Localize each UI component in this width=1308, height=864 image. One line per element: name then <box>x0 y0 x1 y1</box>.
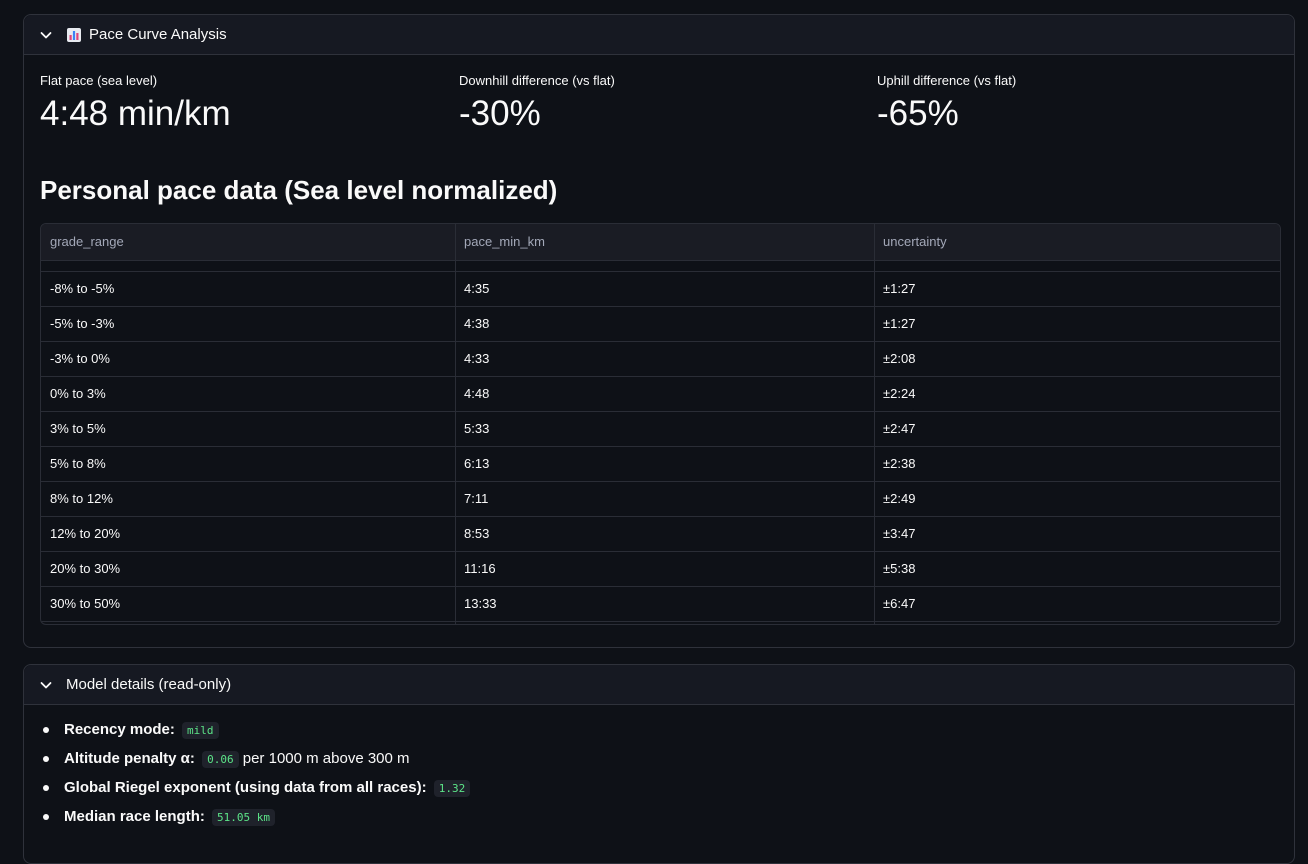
cell-uncertainty[interactable]: ±2:24 <box>874 377 1280 411</box>
cell-pace[interactable]: 13:33 <box>455 587 874 621</box>
detail-value: 1.32 <box>433 780 471 797</box>
cell-uncertainty[interactable]: ±1:27 <box>874 307 1280 341</box>
expander-title: Pace Curve Analysis <box>89 26 227 43</box>
cell-grade-range[interactable]: 12% to 20% <box>41 517 455 551</box>
metric-label: Uphill difference (vs flat) <box>877 73 1017 88</box>
table-row[interactable]: 5% to 8% 6:13 ±2:38 <box>41 447 1280 482</box>
column-divider <box>455 224 456 624</box>
detail-suffix: per 1000 m above 300 m <box>242 750 410 767</box>
table-row[interactable]: 30% to 50% 13:33 ±6:47 <box>41 587 1280 622</box>
detail-label: Global Riegel exponent (using data from … <box>64 779 427 796</box>
table-row[interactable]: -3% to 0% 4:33 ±2:08 <box>41 342 1280 377</box>
metric-label: Downhill difference (vs flat) <box>459 73 615 88</box>
cell-grade-range[interactable]: 8% to 12% <box>41 482 455 516</box>
cell-grade-range[interactable]: 0% to 3% <box>41 377 455 411</box>
detail-value: 51.05 km <box>212 809 276 826</box>
metric-value: 4:48 min/km <box>40 94 231 133</box>
cell-grade-range[interactable]: -3% to 0% <box>41 342 455 376</box>
detail-label: Recency mode: <box>64 721 175 738</box>
table-row[interactable]: 3% to 5% 5:33 ±2:47 <box>41 412 1280 447</box>
cell-grade-range[interactable]: -8% to -5% <box>41 272 455 306</box>
expander-title: Model details (read-only) <box>66 676 232 693</box>
cell-uncertainty[interactable]: ±2:49 <box>874 482 1280 516</box>
metrics-row: Flat pace (sea level) 4:48 min/km Downhi… <box>40 73 1294 143</box>
cell-pace[interactable]: 4:38 <box>455 307 874 341</box>
column-header-uncertainty[interactable]: uncertainty <box>874 224 1280 260</box>
detail-value: mild <box>182 722 219 739</box>
detail-label: Altitude penalty α: <box>64 750 195 767</box>
chevron-down-icon <box>40 681 52 688</box>
cell-uncertainty[interactable]: ±5:38 <box>874 552 1280 586</box>
cell-uncertainty[interactable]: ±2:08 <box>874 342 1280 376</box>
chevron-down-icon <box>40 31 52 38</box>
cell-uncertainty[interactable]: ±6:47 <box>874 587 1280 621</box>
cell-pace[interactable]: 5:33 <box>455 412 874 446</box>
table-body: -12% to -8%4:39±1:40-8% to -5%4:35±1:27-… <box>41 237 1280 622</box>
cell-pace[interactable]: 8:53 <box>455 517 874 551</box>
pace-table-title: Personal pace data (Sea level normalized… <box>40 175 558 205</box>
cell-uncertainty[interactable]: ±3:47 <box>874 517 1280 551</box>
model-details-list: Recency mode: mild Altitude penalty α: 0… <box>40 715 471 831</box>
detail-riegel-exponent: Global Riegel exponent (using data from … <box>42 773 471 802</box>
metric-value: -65% <box>877 94 959 133</box>
column-header-grade-range[interactable]: grade_range <box>41 224 455 260</box>
cell-pace[interactable]: 4:33 <box>455 342 874 376</box>
metric-uphill-difference: Uphill difference (vs flat) -65% <box>877 73 1016 134</box>
cell-grade-range[interactable]: 5% to 8% <box>41 447 455 481</box>
cell-pace[interactable]: 4:48 <box>455 377 874 411</box>
metric-label: Flat pace (sea level) <box>40 73 158 88</box>
cell-pace[interactable]: 6:13 <box>455 447 874 481</box>
table-header: grade_range pace_min_km uncertainty <box>41 224 1280 261</box>
cell-grade-range[interactable]: -5% to -3% <box>41 307 455 341</box>
detail-label: Median race length: <box>64 808 205 825</box>
column-header-pace[interactable]: pace_min_km <box>455 224 874 260</box>
pace-data-table[interactable]: grade_range pace_min_km uncertainty -12%… <box>40 223 1281 625</box>
column-divider <box>874 224 875 624</box>
detail-recency-mode: Recency mode: mild <box>42 715 470 744</box>
cell-grade-range[interactable]: 20% to 30% <box>41 552 455 586</box>
table-row[interactable]: -5% to -3% 4:38 ±1:27 <box>41 307 1280 342</box>
cell-pace[interactable]: 4:35 <box>455 272 874 306</box>
model-details-expander: Model details (read-only) Recency mode: … <box>23 664 1295 864</box>
metric-value: -30% <box>459 94 541 133</box>
cell-grade-range[interactable]: 3% to 5% <box>41 412 455 446</box>
table-row[interactable]: 12% to 20% 8:53 ±3:47 <box>41 517 1280 552</box>
table-row[interactable]: 8% to 12% 7:11 ±2:49 <box>41 482 1280 517</box>
cell-grade-range[interactable]: 30% to 50% <box>41 587 455 621</box>
bar-chart-icon <box>67 27 81 42</box>
cell-uncertainty[interactable]: ±2:47 <box>874 412 1280 446</box>
pace-curve-expander-header[interactable]: Pace Curve Analysis <box>24 15 1294 55</box>
table-row[interactable]: 0% to 3% 4:48 ±2:24 <box>41 377 1280 412</box>
detail-value: 0.06 <box>202 751 239 768</box>
table-row[interactable]: -8% to -5% 4:35 ±1:27 <box>41 272 1280 307</box>
cell-pace[interactable]: 7:11 <box>455 482 874 516</box>
table-row[interactable]: 20% to 30% 11:16 ±5:38 <box>41 552 1280 587</box>
model-details-expander-header[interactable]: Model details (read-only) <box>24 665 1294 705</box>
cell-uncertainty[interactable]: ±1:27 <box>874 272 1280 306</box>
cell-uncertainty[interactable]: ±2:38 <box>874 447 1280 481</box>
detail-altitude-penalty: Altitude penalty α: 0.06 per 1000 m abov… <box>42 744 470 773</box>
pace-curve-expander: Pace Curve Analysis Flat pace (sea level… <box>23 14 1295 648</box>
metric-downhill-difference: Downhill difference (vs flat) -30% <box>459 73 615 134</box>
cell-pace[interactable]: 11:16 <box>455 552 874 586</box>
detail-median-race-length: Median race length: 51.05 km <box>42 802 470 831</box>
metric-flat-pace: Flat pace (sea level) 4:48 min/km <box>40 73 231 134</box>
